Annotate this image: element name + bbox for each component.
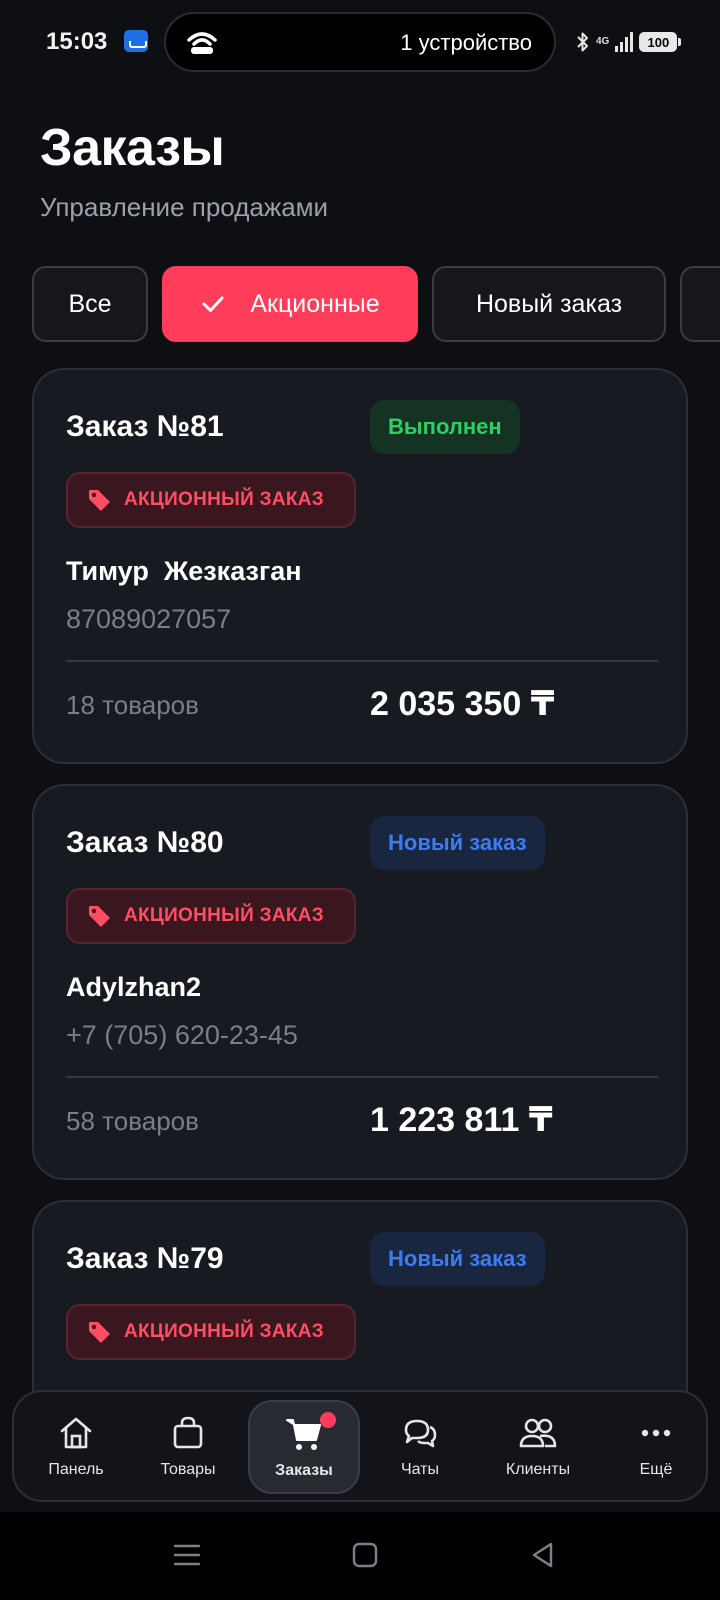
home-icon [60,1417,92,1449]
filter-chip-label: Акционные [250,289,380,318]
nav-item-chats[interactable]: Чаты [370,1392,470,1500]
filter-chip-more[interactable] [680,266,720,342]
filter-chip-promo[interactable]: Акционные [162,266,418,342]
divider [66,660,658,662]
hotspot-devices-text: 1 устройство [400,30,532,55]
status-badge: Выполнен [370,400,520,454]
nav-label: Заказы [275,1462,333,1479]
filter-chip-label: Новый заказ [475,289,623,318]
bottom-nav: Панель Товары Заказы Чаты Клиенты Ещё [12,1390,708,1502]
divider [66,1076,658,1078]
order-title: Заказ №79 [66,1242,224,1275]
client-name: Тимур Жезказган [66,556,302,586]
order-title: Заказ №80 [66,826,224,859]
status-time: 15:03 [46,28,108,55]
tag-icon [89,1322,110,1343]
nav-label: Клиенты [505,1461,571,1478]
order-total: 1 223 811 ₸ [370,1101,553,1139]
battery-level: 100 [647,34,670,50]
notification-dot [320,1412,336,1428]
order-title: Заказ №81 [66,410,224,443]
nav-item-clients[interactable]: Клиенты [478,1392,598,1500]
order-card[interactable]: Заказ №81 Выполнен АКЦИОННЫЙ ЗАКАЗ Тимур… [32,368,688,764]
filter-chips: Все Акционные Новый заказ [32,266,720,342]
promo-badge: АКЦИОННЫЙ ЗАКАЗ [66,888,356,944]
items-count: 18 товаров [66,690,199,720]
tag-icon [89,906,110,927]
promo-badge: АКЦИОННЫЙ ЗАКАЗ [66,1304,356,1360]
more-icon [641,1429,671,1437]
order-card[interactable]: Заказ №79 Новый заказ АКЦИОННЫЙ ЗАКАЗ [32,1200,688,1396]
hotspot-icon [187,32,217,54]
battery-icon: 100 [639,32,682,52]
nav-label: Чаты [400,1461,440,1478]
nav-item-dashboard[interactable]: Панель [26,1392,126,1500]
users-icon [519,1418,557,1448]
hotspot-pill[interactable]: 1 устройство [164,12,556,72]
system-nav-bar [0,1512,720,1600]
network-type: 4G [596,36,610,47]
promo-badge-label: АКЦИОННЫЙ ЗАКАЗ [124,1321,324,1342]
client-name: Adylzhan2 [66,972,202,1002]
cart-icon [286,1419,321,1450]
status-badge: Новый заказ [370,816,545,870]
client-phone: +7 (705) 620-23-45 [66,1020,298,1050]
status-bar: 15:03 1 устройство 4G 100 [0,0,720,84]
page-title: Заказы [40,119,225,177]
chat-icon [404,1419,437,1448]
promo-badge-label: АКЦИОННЫЙ ЗАКАЗ [124,905,324,926]
client-phone: 87089027057 [66,604,232,634]
menu-icon[interactable] [170,1538,204,1572]
nav-label: Панель [48,1461,104,1478]
check-icon [202,296,224,312]
bag-icon [173,1416,203,1449]
nav-label: Товары [160,1461,216,1478]
filter-chip-label: Все [68,289,112,318]
status-indicators: 4G 100 [576,30,682,54]
nav-label: Ещё [639,1461,673,1478]
home-button-icon[interactable] [348,1538,382,1572]
filter-chip-new-order[interactable]: Новый заказ [432,266,666,342]
nav-item-products[interactable]: Товары [138,1392,238,1500]
notification-app-icon [124,30,148,52]
back-icon[interactable] [526,1538,560,1572]
nav-item-more[interactable]: Ещё [606,1392,706,1500]
filter-chip-all[interactable]: Все [32,266,148,342]
promo-badge-label: АКЦИОННЫЙ ЗАКАЗ [124,489,324,510]
order-total: 2 035 350 ₸ [370,685,555,723]
promo-badge: АКЦИОННЫЙ ЗАКАЗ [66,472,356,528]
status-badge: Новый заказ [370,1232,545,1286]
page-subtitle: Управление продажами [40,192,329,222]
order-card[interactable]: Заказ №80 Новый заказ АКЦИОННЫЙ ЗАКАЗ Ad… [32,784,688,1180]
tag-icon [89,490,110,511]
signal-icon [615,32,634,52]
items-count: 58 товаров [66,1106,199,1136]
bluetooth-icon [577,32,588,52]
nav-item-orders[interactable]: Заказы [248,1400,360,1494]
